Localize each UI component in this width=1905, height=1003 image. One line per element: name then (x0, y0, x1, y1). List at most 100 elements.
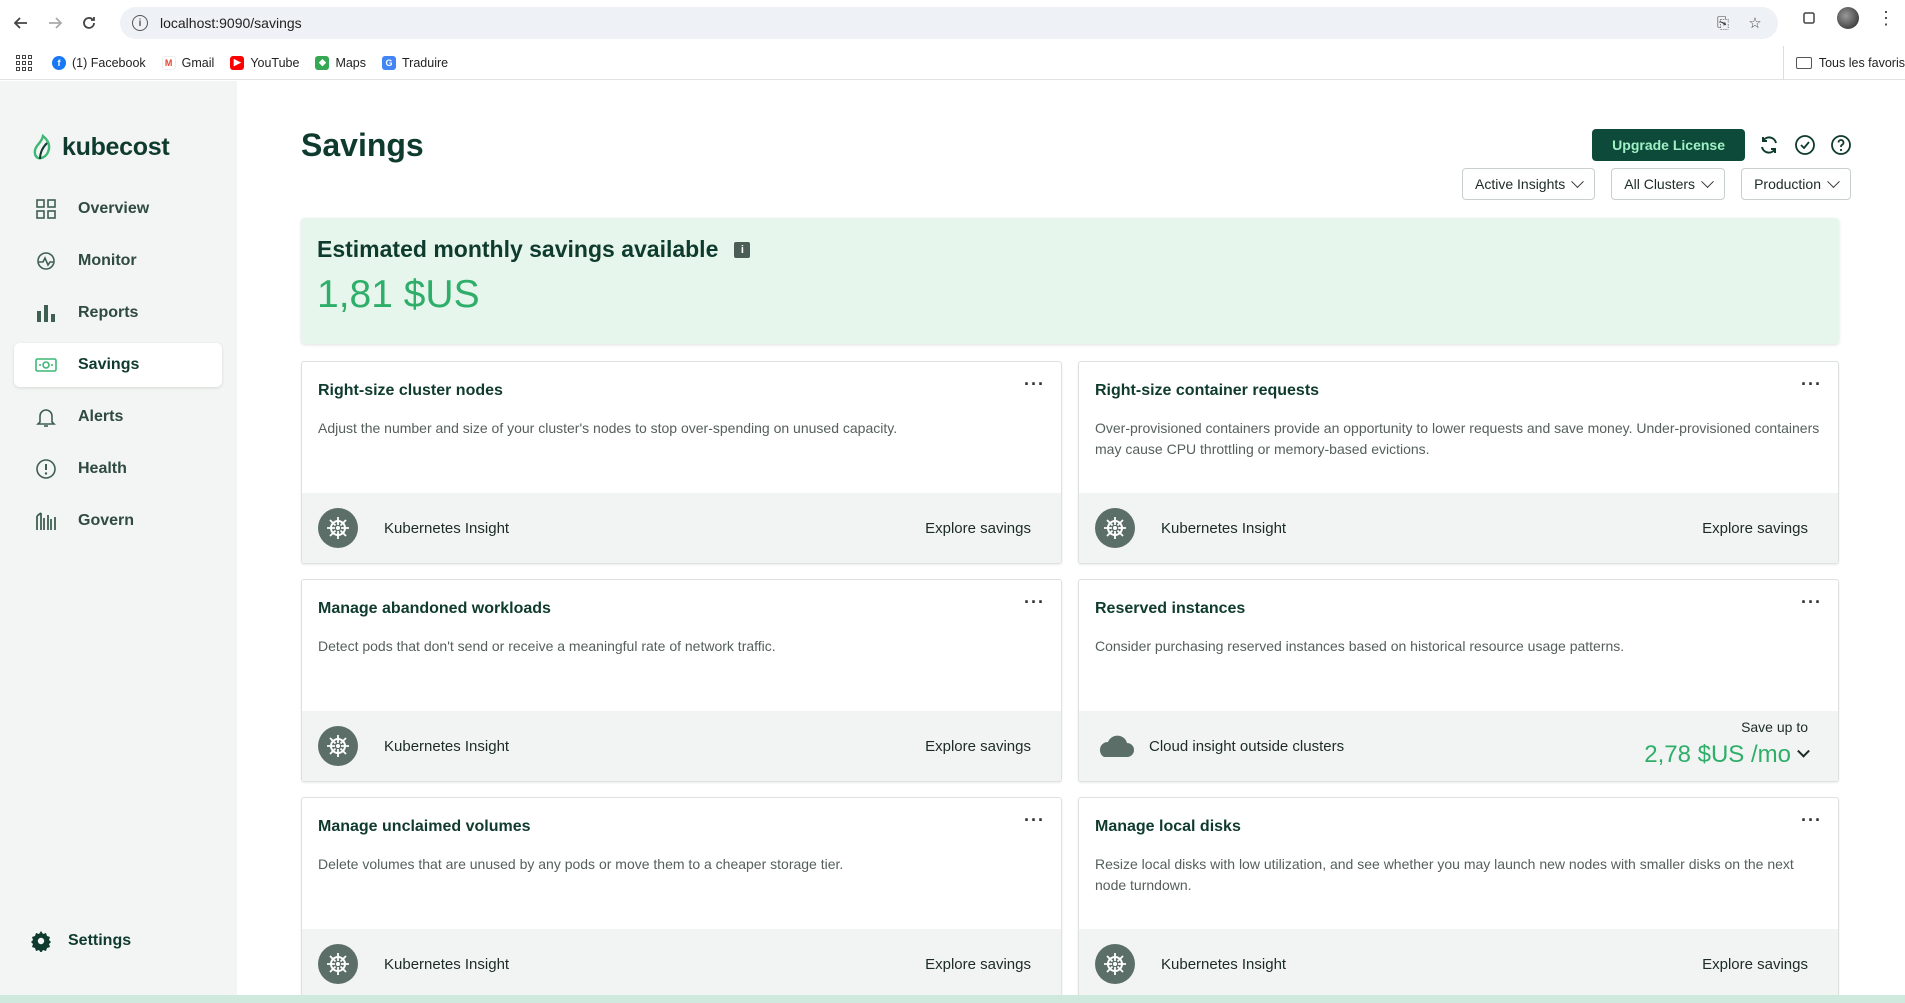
main-content: Savings Upgrade License Active Insights … (237, 81, 1905, 1000)
nav-item-overview[interactable]: Overview (14, 187, 222, 231)
back-arrow-icon[interactable] (8, 10, 34, 36)
chevron-down-icon (1701, 174, 1714, 188)
bookmark-maps[interactable]: ◆ Maps (315, 55, 366, 70)
summary-amount: 1,81 $US (317, 273, 480, 316)
kubecost-logo-icon (33, 133, 51, 159)
save-up-amount: 2,78 $US /mo (1644, 741, 1810, 769)
environment-filter-dropdown[interactable]: Production (1741, 168, 1851, 200)
card-description: Over-provisioned containers provide an o… (1095, 420, 1820, 457)
refresh-icon[interactable] (1757, 133, 1781, 157)
nav-label: Monitor (78, 252, 137, 269)
browser-menu-icon[interactable]: ⋮ (1877, 9, 1895, 27)
monitor-icon (34, 249, 58, 273)
help-icon[interactable] (1829, 133, 1853, 157)
nav-item-alerts[interactable]: Alerts (14, 395, 222, 439)
reload-icon[interactable] (76, 10, 102, 36)
install-app-icon[interactable]: ⎘ (1714, 14, 1732, 32)
insight-card-unclaimed-volumes[interactable]: Manage unclaimed volumes ··· Delete volu… (301, 797, 1062, 1000)
insight-type-label: Kubernetes Insight (384, 519, 510, 537)
info-icon[interactable]: i (734, 241, 751, 258)
insight-type-label: Kubernetes Insight (1161, 955, 1287, 973)
bookmark-youtube[interactable]: ▶ YouTube (230, 55, 299, 70)
card-description: Resize local disks with low utilization,… (1095, 856, 1794, 893)
bookmark-traduire[interactable]: G Traduire (382, 55, 448, 70)
more-options-icon[interactable]: ··· (1024, 592, 1045, 613)
upgrade-license-button[interactable]: Upgrade License (1592, 129, 1745, 161)
chevron-down-icon (1571, 174, 1585, 188)
nav-label: Overview (78, 200, 150, 217)
forward-arrow-icon[interactable] (42, 10, 68, 36)
nav-item-health[interactable]: Health (14, 447, 222, 491)
address-bar[interactable]: i localhost:9090/savings ⎘ ☆ (120, 7, 1778, 39)
all-bookmarks-folder[interactable]: Tous les favoris (1782, 46, 1905, 80)
bookmark-star-icon[interactable]: ☆ (1746, 14, 1764, 32)
brand-name: kubecost (62, 133, 170, 161)
filter-bar: Active Insights All Clusters Production (1462, 168, 1851, 200)
more-options-icon[interactable]: ··· (1801, 810, 1822, 831)
folder-icon (1795, 57, 1812, 69)
kubernetes-icon (318, 944, 358, 984)
apps-grid-icon[interactable] (16, 54, 32, 71)
chevron-down-icon (1827, 174, 1840, 188)
facebook-icon: f (52, 55, 66, 70)
check-circle-icon[interactable] (1793, 133, 1817, 157)
profile-avatar[interactable] (1837, 7, 1859, 29)
insight-card-right-size-nodes[interactable]: Right-size cluster nodes ··· Adjust the … (301, 361, 1062, 564)
nav-item-reports[interactable]: Reports (14, 291, 222, 335)
alert-circle-icon (34, 457, 58, 481)
url-text: localhost:9090/savings (160, 15, 302, 31)
more-options-icon[interactable]: ··· (1801, 374, 1822, 395)
explore-savings-link[interactable]: Explore savings (1702, 520, 1808, 537)
bookmark-facebook[interactable]: f (1) Facebook (52, 55, 146, 70)
insights-filter-dropdown[interactable]: Active Insights (1462, 168, 1596, 200)
settings-link[interactable]: Settings (30, 930, 131, 952)
nav-item-govern[interactable]: Govern (14, 499, 222, 543)
card-title: Reserved instances (1095, 600, 1246, 617)
grid-icon (34, 197, 58, 221)
kubernetes-icon (318, 508, 358, 548)
insight-card-reserved-instances[interactable]: Reserved instances ··· Consider purchasi… (1078, 579, 1839, 782)
summary-title: Estimated monthly savings available i (317, 236, 1823, 263)
insight-type-label: Kubernetes Insight (384, 737, 510, 755)
explore-savings-link[interactable]: Explore savings (925, 956, 1031, 973)
card-description: Delete volumes that are unused by any po… (318, 856, 844, 872)
card-title: Right-size cluster nodes (318, 382, 503, 399)
more-options-icon[interactable]: ··· (1801, 592, 1822, 613)
card-footer: Kubernetes Insight Explore savings (302, 929, 1061, 999)
settings-label: Settings (68, 932, 132, 949)
main-nav: Overview Monitor Reports Savings Alerts (14, 187, 222, 551)
card-title: Manage abandoned workloads (318, 600, 551, 617)
card-description: Adjust the number and size of your clust… (318, 420, 898, 436)
insight-card-local-disks[interactable]: Manage local disks ··· Resize local disk… (1078, 797, 1839, 1000)
insight-card-abandoned-workloads[interactable]: Manage abandoned workloads ··· Detect po… (301, 579, 1062, 782)
taskbar-strip (0, 995, 1905, 1003)
card-title: Manage local disks (1095, 818, 1241, 835)
save-up-to[interactable]: Save up to 2,78 $US /mo (1644, 719, 1810, 769)
more-options-icon[interactable]: ··· (1024, 374, 1045, 395)
card-footer: Kubernetes Insight Explore savings (302, 711, 1061, 781)
bookmark-gmail[interactable]: M Gmail (161, 55, 214, 70)
nav-label: Alerts (78, 408, 124, 425)
insight-type-label: Kubernetes Insight (384, 955, 510, 973)
insight-card-right-size-containers[interactable]: Right-size container requests ··· Over-p… (1078, 361, 1839, 564)
youtube-icon: ▶ (230, 55, 245, 70)
site-info-icon[interactable]: i (132, 15, 148, 31)
clusters-filter-dropdown[interactable]: All Clusters (1611, 168, 1726, 200)
insight-type-label: Cloud insight outside clusters (1149, 737, 1345, 755)
money-icon (34, 353, 58, 377)
bar-chart-icon (34, 301, 58, 325)
cloud-icon (1099, 735, 1134, 757)
explore-savings-link[interactable]: Explore savings (1702, 956, 1808, 973)
extensions-icon[interactable] (1799, 8, 1819, 28)
nav-label: Savings (78, 356, 140, 373)
nav-item-savings[interactable]: Savings (14, 343, 222, 387)
nav-item-monitor[interactable]: Monitor (14, 239, 222, 283)
more-options-icon[interactable]: ··· (1024, 810, 1045, 831)
explore-savings-link[interactable]: Explore savings (925, 520, 1031, 537)
explore-savings-link[interactable]: Explore savings (925, 738, 1031, 755)
card-description: Detect pods that don't send or receive a… (318, 638, 776, 654)
browser-toolbar: i localhost:9090/savings ⎘ ☆ ⋮ (0, 0, 1905, 46)
nav-label: Reports (78, 304, 139, 321)
brand-logo[interactable]: kubecost (32, 133, 170, 162)
translate-icon: G (382, 55, 397, 70)
